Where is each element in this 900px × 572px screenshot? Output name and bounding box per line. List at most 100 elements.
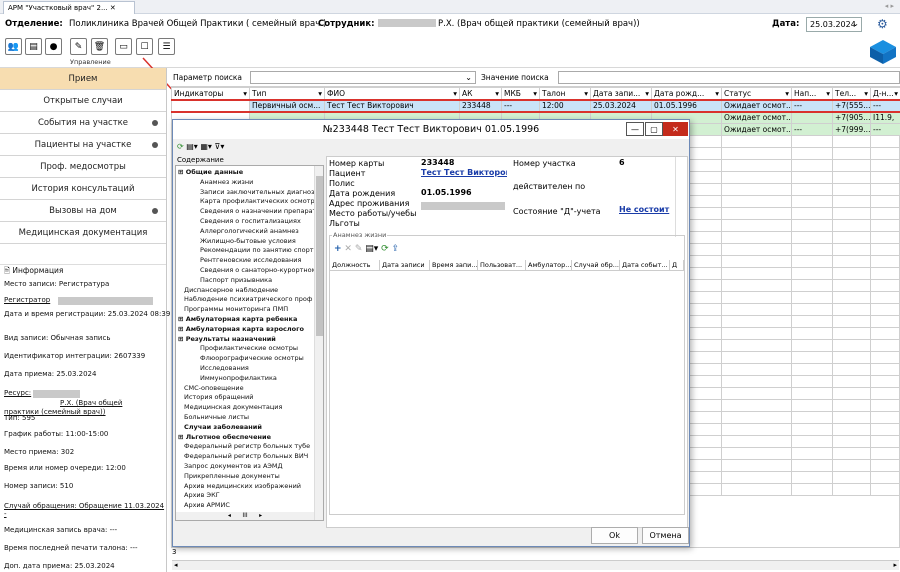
remove-icon[interactable]: ✕ (344, 244, 352, 254)
tab-main[interactable]: АРМ "Участковый врач" 2... ✕ (3, 1, 135, 14)
tree-item[interactable]: Иммунопрофилактика (200, 374, 277, 382)
nav-item[interactable]: Медицинская документация (0, 222, 166, 244)
tree-item[interactable]: История обращений (184, 393, 253, 401)
filter-dropdown-icon[interactable]: ▾ (495, 89, 499, 98)
tree-item[interactable]: Наблюдение психиатрического проф (184, 295, 312, 303)
filter-dropdown-icon[interactable]: ▾ (894, 89, 898, 98)
info-line[interactable]: Ресурс: (4, 389, 31, 397)
tree-item[interactable]: Сведения о санаторно-курортном (200, 266, 317, 274)
refresh-icon[interactable]: ⟳ (177, 142, 184, 151)
search-value-input[interactable] (558, 71, 900, 84)
delete-icon[interactable]: 🗑 (91, 38, 108, 55)
date-picker[interactable]: 25.03.2024 ⌄ (806, 17, 862, 32)
column-header[interactable]: Статус ▾ (721, 87, 792, 100)
tree-item[interactable]: Диспансерное наблюдение (184, 286, 278, 294)
column-header[interactable]: Дата записи (380, 260, 430, 270)
expand-icon[interactable]: ⊞ (178, 325, 186, 333)
edit-icon[interactable]: ✎ (70, 38, 87, 55)
column-header[interactable]: Тип ▾ (249, 87, 325, 100)
filter-dropdown-icon[interactable]: ▾ (826, 89, 830, 98)
cancel-button[interactable]: Отмена (642, 527, 689, 544)
column-header[interactable]: ФИО ▾ (324, 87, 460, 100)
tree-item[interactable]: Архив АРМИС (184, 501, 230, 509)
expand-icon[interactable]: ⊞ (178, 433, 186, 441)
patient-link[interactable]: Тест Тест Викторови (421, 168, 507, 177)
filter-dropdown-icon[interactable]: ▾ (785, 89, 789, 98)
nav-item[interactable]: Прием (0, 68, 166, 90)
column-header[interactable]: Дата рожд... ▾ (651, 87, 722, 100)
tree-item[interactable]: Программы мониторинга ПМП (184, 305, 288, 313)
tree-item[interactable]: Аллергологический анамнез (200, 227, 299, 235)
column-header[interactable]: Тел... ▾ (832, 87, 871, 100)
tab-scroll-icon[interactable]: ◂ ▸ (885, 2, 894, 10)
list-icon[interactable]: ☰ (158, 38, 175, 55)
filter-dropdown-icon[interactable]: ▾ (584, 89, 588, 98)
table-row[interactable]: Первичный осм... Тест Тест Викторович 2334… (171, 98, 900, 113)
filter-dropdown-icon[interactable]: ▾ (318, 89, 322, 98)
column-header[interactable]: Талон ▾ (539, 87, 591, 100)
tree-item[interactable]: Медицинская документация (184, 403, 282, 411)
tree-item[interactable]: Федеральный регистр больных тубе (184, 442, 310, 450)
filter-icon[interactable]: ⊽▾ (215, 142, 225, 151)
tree-item[interactable]: Архив ЭКГ (184, 491, 220, 499)
column-header[interactable]: АК ▾ (459, 87, 502, 100)
tree-hscrollbar[interactable]: ◂ III ▸ (176, 512, 314, 520)
column-header[interactable]: Д-н... ▾ (870, 87, 900, 100)
column-header[interactable]: Дата событ... (620, 260, 670, 270)
expand-icon[interactable]: ⊞ (178, 335, 186, 343)
chevron-down-icon[interactable]: ⌄ (852, 19, 859, 28)
column-header[interactable]: Индикаторы ▾ (171, 87, 250, 100)
print-icon[interactable]: ▤▾ (365, 244, 378, 254)
tree-item[interactable]: ⊞ Льготное обеспечение (178, 433, 271, 441)
column-header[interactable]: Пользоват... (478, 260, 526, 270)
maximize-button[interactable]: ▢ (645, 122, 663, 136)
tree-item[interactable]: ⊞ Общие данные (178, 168, 243, 176)
patient-search-icon[interactable]: 👥 (5, 38, 22, 55)
tree-item[interactable]: Прикрепленные документы (184, 472, 280, 480)
column-header[interactable]: Должность (330, 260, 380, 270)
filter-dropdown-icon[interactable]: ▾ (533, 89, 537, 98)
nav-item[interactable]: События на участке (0, 112, 166, 134)
column-header[interactable]: Д (670, 260, 684, 270)
tree-item[interactable]: Флюорографические осмотры (200, 354, 304, 362)
tree-item[interactable]: Исследования (200, 364, 249, 372)
close-button[interactable]: ✕ (663, 122, 688, 136)
gear-icon[interactable]: ⚙ (877, 17, 888, 31)
archive-icon[interactable]: ☐ (136, 38, 153, 55)
search-param-select[interactable]: ⌄ (250, 71, 476, 84)
column-header[interactable]: Амбулатор... (526, 260, 572, 270)
tree-item[interactable]: ⊞ Амбулаторная карта ребенка (178, 315, 297, 323)
filter-dropdown-icon[interactable]: ▾ (864, 89, 868, 98)
column-header[interactable]: Время запи... (430, 260, 478, 270)
scroll-right-icon[interactable]: ▸ (893, 561, 897, 569)
add-icon[interactable]: + (334, 244, 342, 254)
column-header[interactable]: Дата запи... ▾ (590, 87, 652, 100)
tree-item[interactable]: Рекомендации по занятию спорт (200, 246, 314, 254)
filter-dropdown-icon[interactable]: ▾ (453, 89, 457, 98)
close-icon[interactable]: ✕ (110, 4, 116, 12)
tree-item[interactable]: Карта профилактических осмотр (200, 197, 315, 205)
nav-item[interactable]: Вызовы на дом (0, 200, 166, 222)
tree-item[interactable]: ⊞ Амбулаторная карта взрослого (178, 325, 304, 333)
info-line[interactable]: Случай обращения: Обращение 11.03.2024 (4, 502, 164, 510)
tree-item[interactable]: Случаи заболеваний (184, 423, 262, 431)
tree-item[interactable]: Рентгеновские исследования (200, 256, 301, 264)
nav-item[interactable]: Проф. медосмотры (0, 156, 166, 178)
layout-icon[interactable]: ▦▾ (200, 142, 212, 151)
scroll-left-icon[interactable]: ◂ (174, 561, 178, 569)
edit-icon[interactable]: ✎ (355, 244, 363, 254)
minimize-button[interactable]: — (626, 122, 644, 136)
tree-vscrollbar[interactable] (314, 166, 323, 520)
filter-dropdown-icon[interactable]: ▾ (715, 89, 719, 98)
d-status-link[interactable]: Не состоит (619, 205, 669, 214)
nav-item[interactable]: Пациенты на участке (0, 134, 166, 156)
tree-item[interactable]: Архив медицинских изображений (184, 482, 301, 490)
tree-item[interactable]: Записи заключительных диагноз (200, 188, 314, 196)
nav-item[interactable]: История консультаций (0, 178, 166, 200)
record-icon[interactable]: ▤ (25, 38, 42, 55)
tree-item[interactable]: Анамнез жизни (200, 178, 253, 186)
tree-item[interactable]: Запрос документов из АЭМД (184, 462, 283, 470)
document-icon[interactable]: ▭ (115, 38, 132, 55)
tree-item[interactable]: Жилищно-бытовые условия (200, 237, 296, 245)
column-header[interactable]: Нап... ▾ (791, 87, 833, 100)
